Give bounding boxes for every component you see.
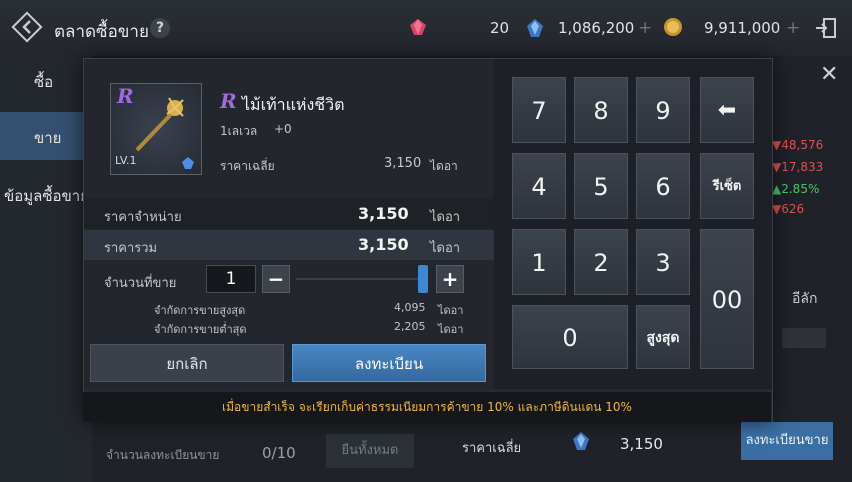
cancel-all-button[interactable]: ยืนทั้งหมด [326, 434, 414, 468]
avg-price-label: ราคาเฉลี่ย [220, 159, 275, 173]
quantity-slider-handle[interactable] [418, 265, 428, 293]
register-sell-button[interactable]: ลงทะเบียนขาย [741, 422, 833, 460]
gold-coin-icon [662, 16, 684, 38]
key-6[interactable]: 6 [636, 153, 690, 219]
side-box [782, 328, 826, 348]
register-count-value: 0/10 [262, 444, 296, 462]
help-icon[interactable]: ? [150, 18, 170, 38]
top-bar: ตลาดซื้อขาย ? 20 1,086,200 + 9,911,000 + [0, 0, 852, 56]
back-icon[interactable] [10, 10, 44, 44]
sidebar-item-buy[interactable]: ซื้อ [0, 56, 92, 104]
price-change: ▼626 [772, 202, 805, 216]
key-0[interactable]: 0 [512, 305, 628, 369]
sell-dialog: R LV.1 R ไม้เท้าแห่งชีวิต 1เลเวล +0 ราคา… [83, 58, 773, 422]
sidebar: ซื้อ ขาย ข้อมูลซื้อขาย [0, 56, 92, 482]
quantity-slider-track[interactable] [296, 278, 418, 280]
register-count-label: จำนวนลงทะเบียนขาย [106, 448, 220, 462]
blue-crystal-icon [524, 17, 546, 39]
max-limit-value: 4,095 [394, 301, 426, 314]
sidebar-item-label: ขาย [34, 129, 62, 147]
price-change: ▼48,576 [772, 138, 824, 152]
key-5[interactable]: 5 [574, 153, 628, 219]
item-enhance: +0 [274, 122, 292, 136]
gem-count: 20 [490, 19, 510, 37]
key-4[interactable]: 4 [512, 153, 566, 219]
key-1[interactable]: 1 [512, 229, 566, 295]
key-3[interactable]: 3 [636, 229, 690, 295]
avg-price-label: ราคาเฉลี่ย [462, 441, 522, 456]
min-limit-value: 2,205 [394, 320, 426, 333]
item-level: 1เลเวล [220, 124, 258, 138]
min-limit-unit: ไดอา [438, 323, 464, 336]
sell-price-unit: ไดอา [430, 210, 461, 225]
quantity-minus-button[interactable]: − [262, 265, 290, 293]
item-name: ไม้เท้าแห่งชีวิต [242, 95, 345, 114]
level-badge: LV.1 [115, 154, 137, 167]
fee-notice: เมื่อขายสำเร็จ จะเรียกเก็บค่าธรรมเนียมกา… [83, 392, 771, 422]
avg-price-unit: ไดอา [430, 159, 458, 173]
blue-crystal-icon [182, 157, 194, 169]
sell-price-value[interactable]: 3,150 [358, 204, 409, 223]
staff-icon [135, 97, 184, 152]
register-button[interactable]: ลงทะเบียน [292, 344, 486, 382]
key-9[interactable]: 9 [636, 77, 690, 143]
price-change: ▼17,833 [772, 160, 824, 174]
total-price-row: ราคารวม 3,150 ไดอา [84, 230, 494, 260]
min-limit-label: จำกัดการขายต่ำสุด [154, 323, 247, 336]
quantity-label: จำนวนที่ขาย [104, 276, 177, 291]
gold-count: 9,911,000 [704, 19, 781, 37]
quantity-plus-button[interactable]: + [436, 265, 464, 293]
register-count-panel: จำนวนลงทะเบียนขาย 0/10 ยืนทั้งหมด [92, 420, 426, 482]
price-change: ▲2.85% [772, 182, 820, 196]
grade-label: R [220, 89, 237, 113]
backspace-icon[interactable]: ⬅ [700, 77, 754, 143]
sell-price-row: ราคาจำหน่าย 3,150 ไดอา [84, 199, 494, 229]
key-00[interactable]: 00 [700, 229, 754, 369]
numpad: 7 8 9 ⬅ 4 5 6 รีเซ็ต 1 2 3 00 0 สูงสุด [494, 59, 772, 389]
avg-price-value: 3,150 [620, 435, 663, 453]
sell-form: R LV.1 R ไม้เท้าแห่งชีวิต 1เลเวล +0 ราคา… [84, 59, 494, 389]
side-text: อีลัก [792, 291, 818, 307]
quantity-input[interactable]: 1 [206, 265, 256, 293]
avg-price-value: 3,150 [384, 156, 422, 171]
sell-price-label: ราคาจำหน่าย [104, 210, 182, 225]
add-gold-button[interactable]: + [786, 18, 800, 38]
blue-crystal-icon [570, 430, 592, 452]
key-8[interactable]: 8 [574, 77, 628, 143]
total-price-value: 3,150 [358, 235, 409, 254]
max-limit-unit: ไดอา [438, 304, 464, 317]
gem-icon [408, 17, 428, 37]
close-icon[interactable]: ✕ [820, 62, 838, 87]
sidebar-item-label: ซื้อ [34, 73, 54, 91]
key-7[interactable]: 7 [512, 77, 566, 143]
reset-button[interactable]: รีเซ็ต [700, 153, 754, 219]
sidebar-item-sell[interactable]: ขาย [0, 112, 92, 160]
max-button[interactable]: สูงสุด [636, 305, 690, 369]
exit-icon[interactable] [814, 16, 838, 40]
total-price-unit: ไดอา [430, 241, 461, 256]
max-limit-label: จำกัดการขายสูงสุด [154, 304, 246, 317]
sidebar-item-trade-info[interactable]: ข้อมูลซื้อขาย [0, 170, 92, 218]
sidebar-item-label: ข้อมูลซื้อขาย [4, 187, 89, 205]
cancel-button[interactable]: ยกเลิก [90, 344, 284, 382]
crystal-count: 1,086,200 [558, 19, 635, 37]
total-price-label: ราคารวม [104, 241, 158, 256]
item-slot: R LV.1 [110, 83, 202, 175]
key-2[interactable]: 2 [574, 229, 628, 295]
page-title: ตลาดซื้อขาย [54, 22, 149, 42]
add-crystal-button[interactable]: + [638, 18, 652, 38]
